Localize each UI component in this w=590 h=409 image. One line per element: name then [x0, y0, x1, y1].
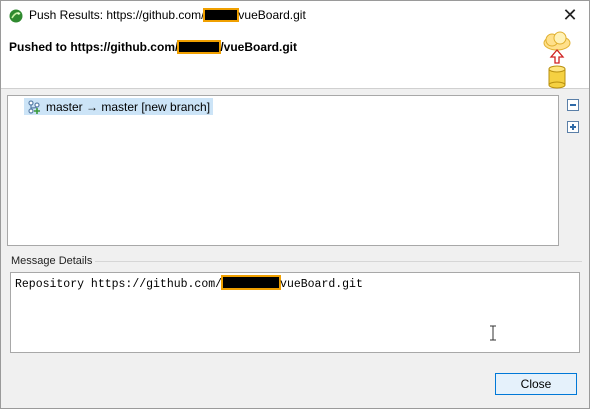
window-close-button[interactable]: ✕: [559, 4, 581, 26]
message-details-label: Message Details: [11, 255, 96, 267]
header-title: Pushed to https://github.com/ /vueBoard.g…: [9, 40, 297, 54]
message-text-prefix: Repository https://github.com/: [15, 278, 223, 291]
redacted-username: [221, 275, 282, 290]
window-title: Push Results: https://github.com/vueBoar…: [29, 8, 306, 22]
message-details-group: Message Details Repository https://githu…: [7, 255, 582, 357]
push-cloud-database-icon: [543, 31, 571, 89]
push-results-dialog: Push Results: https://github.com/vueBoar…: [0, 0, 590, 409]
dialog-header: Pushed to https://github.com/ /vueBoard.g…: [1, 31, 589, 89]
expand-all-icon-vertical: [572, 124, 574, 130]
window-title-prefix: Push Results: https://github.com/: [29, 8, 205, 22]
push-results-tree: master → master [new branch]: [7, 95, 559, 246]
branch-icon: [28, 99, 40, 114]
redacted-username: [177, 40, 222, 54]
message-text-suffix: vueBoard.git: [280, 278, 363, 291]
redacted-username: [203, 8, 240, 22]
title-bar: Push Results: https://github.com/vueBoar…: [1, 1, 589, 31]
header-title-suffix: /vueBoard.git: [220, 40, 298, 54]
eclipse-egit-icon: [9, 9, 23, 23]
header-title-prefix: Pushed to https://github.com/: [9, 40, 179, 54]
group-divider: [79, 261, 582, 262]
message-details-text-area[interactable]: Repository https://github.com/vueBoard.g…: [10, 272, 580, 353]
close-button-label: Close: [520, 377, 552, 391]
tree-item-label: master → master [new branch]: [46, 99, 211, 114]
expand-all-button[interactable]: [567, 121, 579, 133]
close-button[interactable]: Close: [495, 373, 577, 395]
collapse-all-button[interactable]: [567, 99, 579, 111]
window-title-suffix: vueBoard.git: [238, 8, 306, 22]
message-details-text: Repository https://github.com/vueBoard.g…: [15, 275, 363, 291]
text-cursor-icon: [490, 325, 496, 341]
close-icon: ✕: [562, 5, 578, 25]
collapse-all-icon: [570, 104, 576, 106]
tree-item-branch[interactable]: master → master [new branch]: [24, 98, 214, 115]
